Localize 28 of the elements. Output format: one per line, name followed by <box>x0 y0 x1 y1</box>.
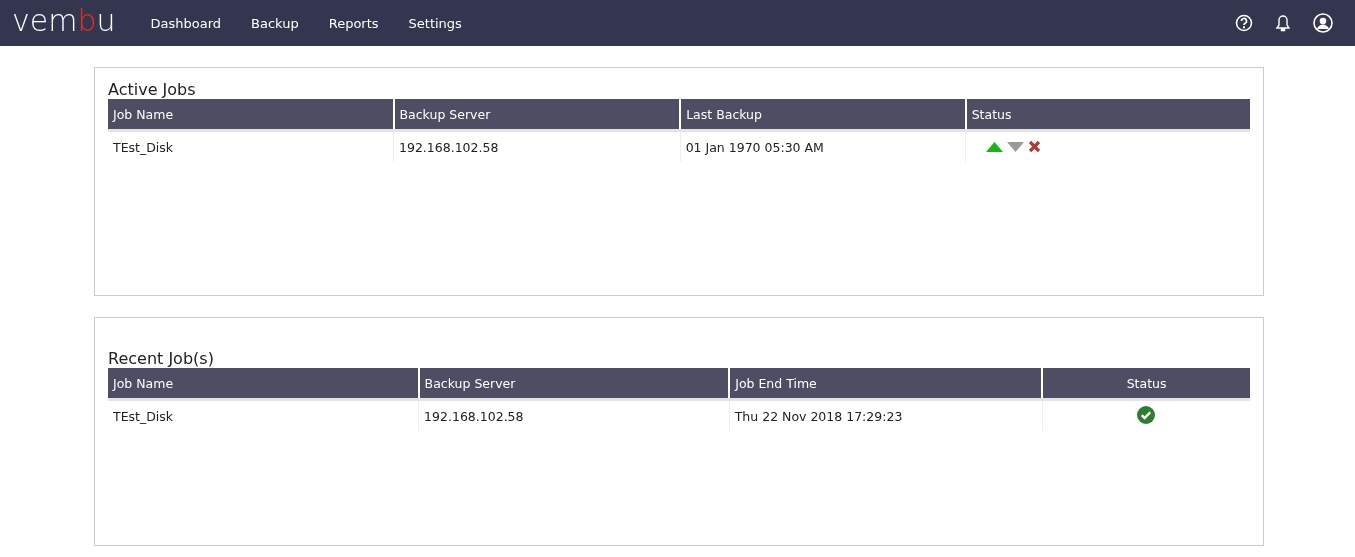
help-icon[interactable] <box>1235 14 1253 32</box>
table-cell: TEst_Disk <box>108 399 419 431</box>
column-header: Backup Server <box>418 368 730 400</box>
nav-link[interactable]: Settings <box>408 15 462 31</box>
column-header: Last Backup <box>680 99 966 131</box>
panel-title: Recent Job(s) <box>108 349 214 368</box>
column-header: Backup Server <box>393 99 681 131</box>
nav-link[interactable]: Reports <box>328 15 379 31</box>
close-icon[interactable] <box>1028 140 1042 153</box>
check-circle-icon <box>1137 405 1156 424</box>
account-icon[interactable] <box>1313 13 1333 33</box>
table-cell: 192.168.102.58 <box>418 399 730 431</box>
column-header: Job Name <box>108 368 419 400</box>
table-cell: Thu 22 Nov 2018 17:29:23 <box>729 399 1043 431</box>
nav-link[interactable]: Backup <box>251 15 299 31</box>
column-header: Status <box>965 99 1250 131</box>
nav-link[interactable]: Dashboard <box>150 15 222 31</box>
notification-icon[interactable] <box>1275 14 1291 32</box>
table-cell: 192.168.102.58 <box>393 130 681 162</box>
column-header: Job End Time <box>729 368 1043 400</box>
column-header: Status <box>1042 368 1250 400</box>
vembu-logo[interactable]: vembu <box>12 6 116 36</box>
column-header: Job Name <box>108 99 394 131</box>
panel-title: Active Jobs <box>108 80 196 99</box>
up-triangle-icon[interactable] <box>986 141 1004 152</box>
down-triangle-icon[interactable] <box>1007 141 1025 152</box>
table-cell: TEst_Disk <box>108 130 394 162</box>
table-cell: 01 Jan 1970 05:30 AM <box>680 130 966 162</box>
